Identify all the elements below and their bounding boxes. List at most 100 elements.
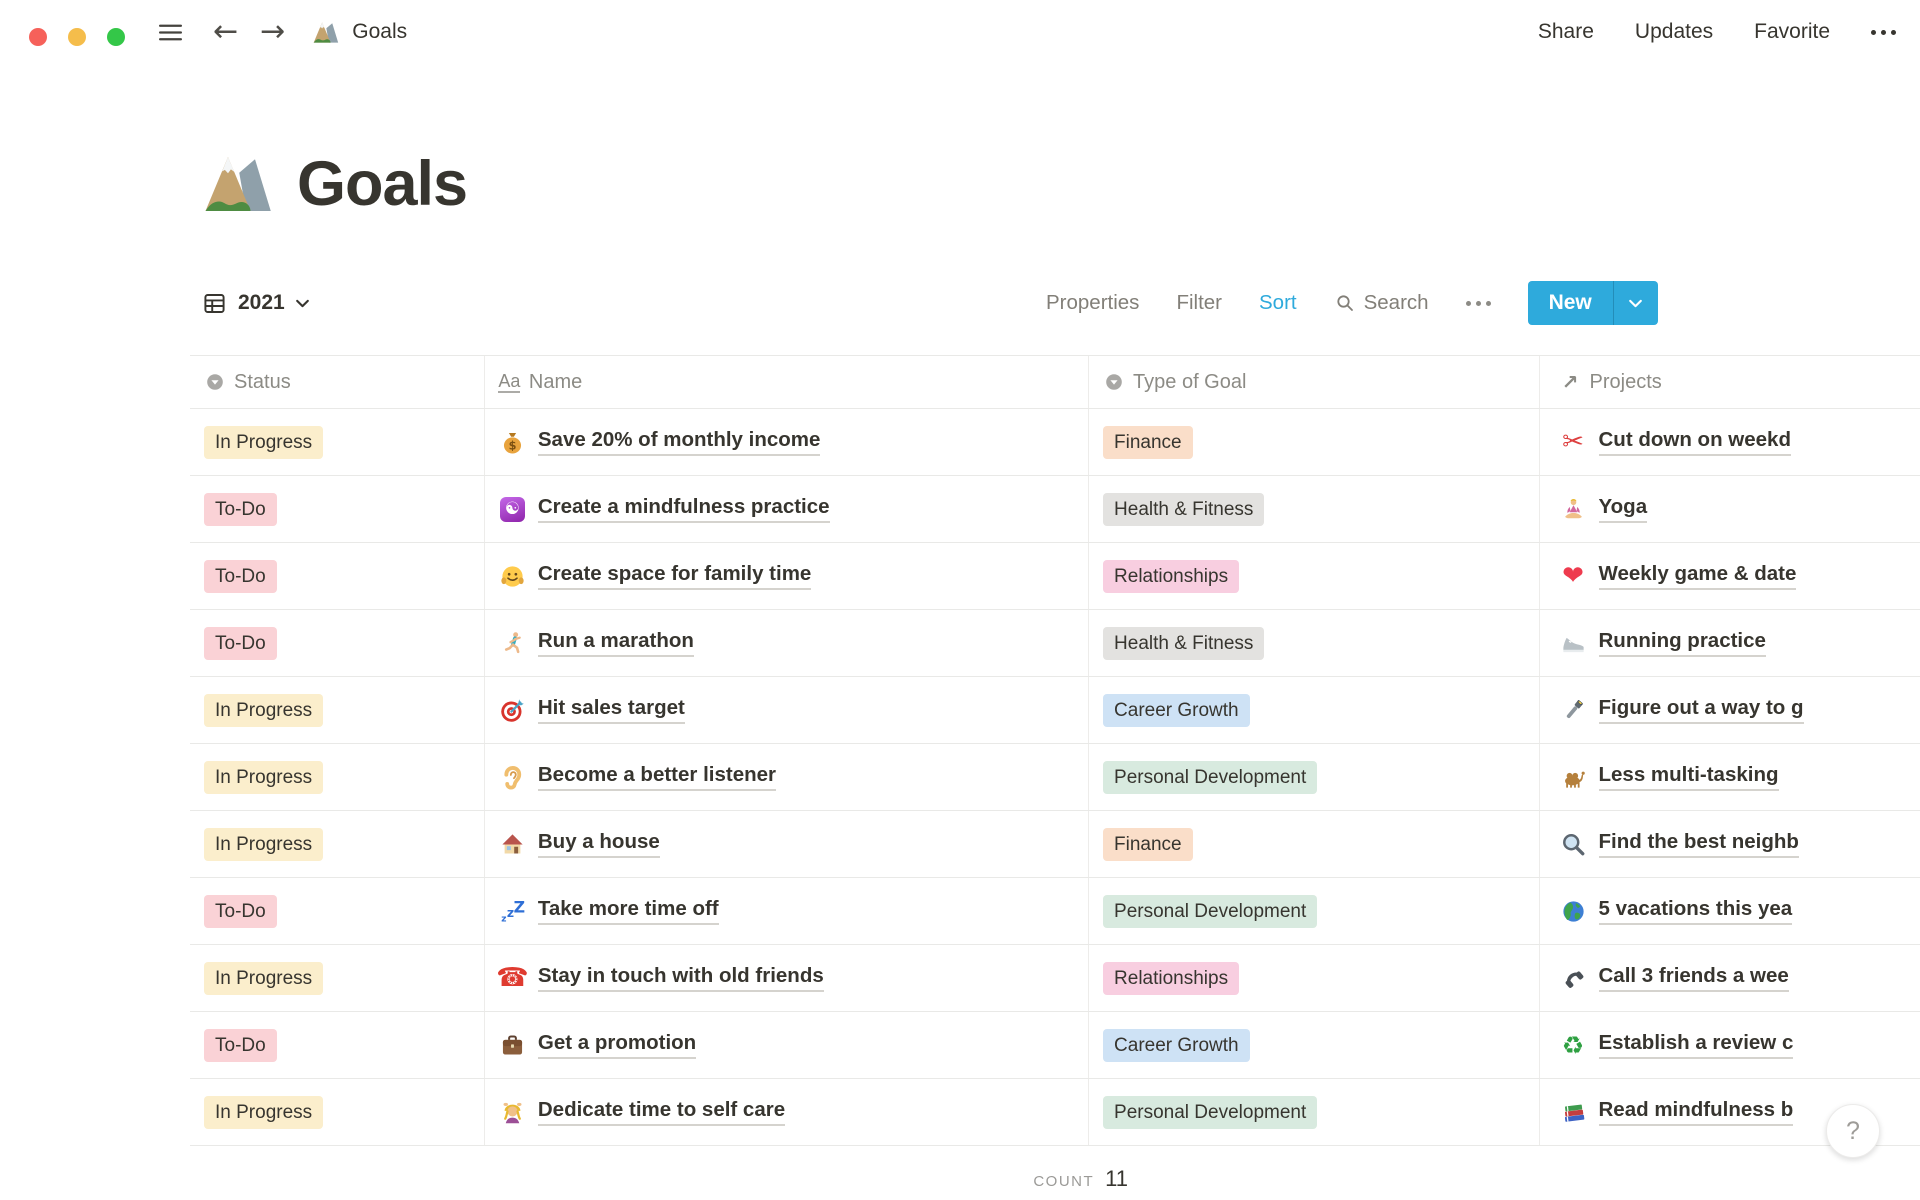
name-cell[interactable]: Create space for family time bbox=[485, 543, 1090, 609]
goal-name-link[interactable]: Hit sales target bbox=[537, 696, 685, 724]
goal-name-link[interactable]: Stay in touch with old friends bbox=[537, 964, 824, 992]
status-badge: In Progress bbox=[204, 1095, 324, 1129]
project-cell[interactable]: ❤ Weekly game & date bbox=[1540, 543, 1920, 609]
name-cell[interactable]: Buy a house bbox=[485, 811, 1090, 877]
project-link[interactable]: 5 vacations this yea bbox=[1598, 897, 1793, 925]
type-badge: Personal Development bbox=[1103, 894, 1318, 928]
status-cell[interactable]: To-Do bbox=[190, 878, 485, 944]
project-link[interactable]: Yoga bbox=[1598, 495, 1648, 523]
project-cell[interactable]: Find the best neighb bbox=[1540, 811, 1920, 877]
project-link[interactable]: Figure out a way to g bbox=[1598, 696, 1804, 724]
header-status[interactable]: Status bbox=[190, 356, 485, 408]
goal-name-link[interactable]: Buy a house bbox=[537, 830, 660, 858]
name-cell[interactable]: Hit sales target bbox=[485, 677, 1090, 743]
table-row: To-Do ☯ Create a mindfulness practice Healt… bbox=[190, 476, 1920, 543]
project-cell[interactable]: Figure out a way to g bbox=[1540, 677, 1920, 743]
header-name[interactable]: Aa Name bbox=[485, 356, 1090, 408]
project-link[interactable]: Call 3 friends a wee bbox=[1598, 964, 1789, 992]
project-link[interactable]: Weekly game & date bbox=[1598, 562, 1797, 590]
updates-button[interactable]: Updates bbox=[1635, 20, 1713, 44]
project-cell[interactable]: Call 3 friends a wee bbox=[1540, 945, 1920, 1011]
type-of-goal-cell[interactable]: Career Growth bbox=[1089, 1012, 1540, 1078]
goal-name-link[interactable]: Save 20% of monthly income bbox=[537, 428, 821, 456]
goal-name-link[interactable]: Create a mindfulness practice bbox=[537, 495, 830, 523]
name-cell[interactable]: ☎ Stay in touch with old friends bbox=[485, 945, 1090, 1011]
zoom-window-button[interactable] bbox=[107, 28, 125, 46]
search-icon bbox=[1334, 292, 1356, 314]
type-of-goal-cell[interactable]: Personal Development bbox=[1089, 1079, 1540, 1145]
project-link[interactable]: Running practice bbox=[1598, 629, 1766, 657]
name-cell[interactable]: $ Save 20% of monthly income bbox=[485, 409, 1090, 475]
back-icon[interactable]: ← bbox=[213, 17, 238, 47]
search-button[interactable]: Search bbox=[1334, 291, 1429, 315]
project-cell[interactable]: Running practice bbox=[1540, 610, 1920, 676]
hamburger-menu-icon[interactable] bbox=[157, 19, 184, 46]
close-window-button[interactable] bbox=[29, 28, 47, 46]
type-of-goal-cell[interactable]: Personal Development bbox=[1089, 744, 1540, 810]
project-link[interactable]: Establish a review c bbox=[1598, 1031, 1794, 1059]
goal-name-link[interactable]: Create space for family time bbox=[537, 562, 812, 590]
goal-name-link[interactable]: Get a promotion bbox=[537, 1031, 697, 1059]
project-cell[interactable]: Yoga bbox=[1540, 476, 1920, 542]
minimize-window-button[interactable] bbox=[68, 28, 86, 46]
recycle-icon: ♻ bbox=[1561, 1030, 1585, 1060]
goal-name-link[interactable]: Run a marathon bbox=[537, 629, 694, 657]
project-link[interactable]: Less multi-tasking bbox=[1598, 763, 1779, 791]
toolbar-more-icon[interactable] bbox=[1465, 300, 1491, 306]
type-of-goal-cell[interactable]: Health & Fitness bbox=[1089, 476, 1540, 542]
new-button[interactable]: New bbox=[1527, 281, 1658, 325]
project-link[interactable]: Find the best neighb bbox=[1598, 830, 1799, 858]
status-cell[interactable]: In Progress bbox=[190, 1079, 485, 1145]
type-of-goal-cell[interactable]: Finance bbox=[1089, 409, 1540, 475]
project-cell[interactable]: 5 vacations this yea bbox=[1540, 878, 1920, 944]
filter-button[interactable]: Filter bbox=[1176, 291, 1222, 315]
type-of-goal-cell[interactable]: Career Growth bbox=[1089, 677, 1540, 743]
project-link[interactable]: Cut down on weekd bbox=[1598, 428, 1791, 456]
page-mountain-icon[interactable] bbox=[201, 148, 273, 220]
goal-name-link[interactable]: Take more time off bbox=[537, 897, 719, 925]
project-link[interactable]: Read mindfulness b bbox=[1598, 1098, 1794, 1126]
name-cell[interactable]: Dedicate time to self care bbox=[485, 1079, 1090, 1145]
status-cell[interactable]: In Progress bbox=[190, 945, 485, 1011]
status-cell[interactable]: To-Do bbox=[190, 610, 485, 676]
goal-name-link[interactable]: Dedicate time to self care bbox=[537, 1098, 786, 1126]
status-cell[interactable]: To-Do bbox=[190, 476, 485, 542]
new-button-label[interactable]: New bbox=[1528, 281, 1613, 325]
help-button[interactable]: ? bbox=[1826, 1104, 1880, 1158]
project-cell[interactable]: Less multi-tasking bbox=[1540, 744, 1920, 810]
forward-icon[interactable]: → bbox=[260, 17, 285, 47]
target-icon bbox=[499, 697, 526, 724]
type-of-goal-cell[interactable]: Finance bbox=[1089, 811, 1540, 877]
breadcrumb-doc-title[interactable]: Goals bbox=[352, 20, 407, 44]
name-cell[interactable]: Run a marathon bbox=[485, 610, 1090, 676]
header-type-of-goal[interactable]: Type of Goal bbox=[1089, 356, 1540, 408]
name-cell[interactable]: z z Z Take more time off bbox=[485, 878, 1090, 944]
project-cell[interactable]: ♻ Establish a review c bbox=[1540, 1012, 1920, 1078]
name-cell[interactable]: Become a better listener bbox=[485, 744, 1090, 810]
status-cell[interactable]: In Progress bbox=[190, 409, 485, 475]
header-projects[interactable]: ↗ Projects bbox=[1540, 356, 1920, 408]
type-of-goal-cell[interactable]: Relationships bbox=[1089, 543, 1540, 609]
name-cell[interactable]: Get a promotion bbox=[485, 1012, 1090, 1078]
name-cell[interactable]: ☯ Create a mindfulness practice bbox=[485, 476, 1090, 542]
share-button[interactable]: Share bbox=[1538, 20, 1594, 44]
status-cell[interactable]: To-Do bbox=[190, 543, 485, 609]
massage-icon bbox=[499, 1099, 526, 1126]
status-cell[interactable]: To-Do bbox=[190, 1012, 485, 1078]
status-badge: In Progress bbox=[204, 827, 324, 861]
project-cell[interactable]: ✂ Cut down on weekd bbox=[1540, 409, 1920, 475]
new-dropdown-chevron-icon[interactable] bbox=[1612, 281, 1658, 325]
more-options-icon[interactable] bbox=[1871, 29, 1896, 35]
status-cell[interactable]: In Progress bbox=[190, 677, 485, 743]
view-switcher[interactable]: 2021 bbox=[202, 281, 311, 325]
status-cell[interactable]: In Progress bbox=[190, 811, 485, 877]
select-property-icon bbox=[1103, 372, 1124, 393]
sort-button[interactable]: Sort bbox=[1259, 291, 1297, 315]
type-of-goal-cell[interactable]: Personal Development bbox=[1089, 878, 1540, 944]
type-of-goal-cell[interactable]: Relationships bbox=[1089, 945, 1540, 1011]
properties-button[interactable]: Properties bbox=[1046, 291, 1139, 315]
type-of-goal-cell[interactable]: Health & Fitness bbox=[1089, 610, 1540, 676]
favorite-button[interactable]: Favorite bbox=[1754, 20, 1830, 44]
goal-name-link[interactable]: Become a better listener bbox=[537, 763, 776, 791]
status-cell[interactable]: In Progress bbox=[190, 744, 485, 810]
